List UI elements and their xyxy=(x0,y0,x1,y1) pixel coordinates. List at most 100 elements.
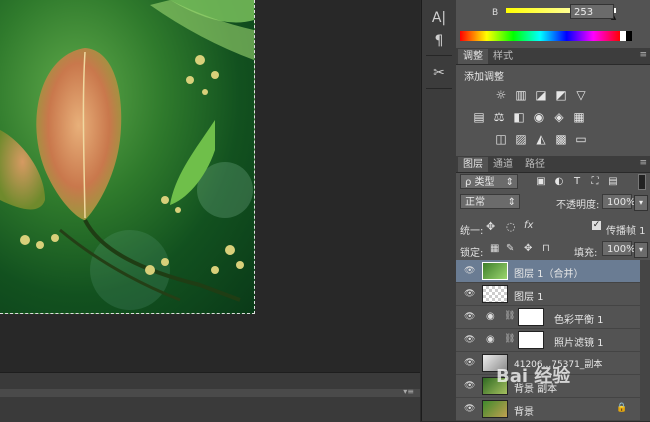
tab-adjustments[interactable]: 调整 xyxy=(458,49,488,64)
brightness-icon[interactable]: ☼ xyxy=(494,88,508,102)
eye-icon[interactable]: 👁 xyxy=(464,289,475,299)
eye-icon[interactable]: 👁 xyxy=(464,335,475,345)
filter-shape-icon[interactable]: ⛶ xyxy=(588,175,602,189)
filter-smart-object-icon[interactable]: ▤ xyxy=(606,175,620,189)
right-panels: B ▲ 253 调整 样式 ≡ 添加调整 ☼ ▥ ◪ ◩ ▽ ▤ ⚖ ◧ ◉ ◈… xyxy=(456,0,650,421)
divider xyxy=(426,88,452,89)
layer-name: 色彩平衡 1 xyxy=(554,315,604,326)
lock-label: 锁定: xyxy=(460,248,484,259)
layer-name: 背景 xyxy=(514,407,534,418)
unify-visibility-icon[interactable]: ◌ xyxy=(506,220,516,233)
unify-label: 统一: xyxy=(460,226,484,237)
vibrance-icon[interactable]: ▽ xyxy=(574,88,588,102)
posterize-icon[interactable]: ▨ xyxy=(514,132,528,146)
opacity-label: 不透明度: xyxy=(556,200,600,211)
lock-icon: 🔒 xyxy=(616,403,628,413)
black-white-icon[interactable]: ◧ xyxy=(512,110,526,124)
selective-color-icon[interactable]: ▩ xyxy=(554,132,568,146)
tab-styles[interactable]: 样式 xyxy=(488,49,518,64)
invert-icon[interactable]: ◫ xyxy=(494,132,508,146)
layer-row[interactable]: 👁 ◉ ⛓ 照片滤镜 1 xyxy=(456,329,640,352)
unify-style-icon[interactable]: fx xyxy=(524,220,533,231)
blend-mode-dropdown[interactable]: 正常 ⇕ xyxy=(460,194,520,209)
color-lookup-icon[interactable]: ▦ xyxy=(572,110,586,124)
tab-paths[interactable]: 路径 xyxy=(520,157,550,172)
color-spectrum-bar[interactable] xyxy=(460,31,620,41)
threshold-icon[interactable]: ◭ xyxy=(534,132,548,146)
eye-icon[interactable]: 👁 xyxy=(464,266,475,276)
propagate-label: 传播帧 1 xyxy=(606,226,646,237)
layer-name: 图层 1 xyxy=(514,292,544,303)
character-panel-icon[interactable]: A| xyxy=(428,8,450,28)
layer-thumbnail xyxy=(482,400,508,418)
layer-row[interactable]: 👁 图层 1 xyxy=(456,283,640,306)
link-icon[interactable]: ⛓ xyxy=(504,334,515,344)
tab-layers[interactable]: 图层 xyxy=(458,157,488,172)
adjustments-heading: 添加调整 xyxy=(464,72,504,83)
lock-all-icon[interactable]: ⊓ xyxy=(542,243,550,254)
layer-filter-dropdown[interactable]: ρ 类型 ⇕ xyxy=(460,174,518,189)
panel-dock-strip: A| ¶ ✂ xyxy=(421,0,457,421)
lock-pixels-icon[interactable]: ✎ xyxy=(506,243,514,254)
eye-icon[interactable]: 👁 xyxy=(464,404,475,414)
layer-mask-thumbnail[interactable] xyxy=(518,308,544,326)
fill-dropdown-arrow-icon[interactable]: ▾ xyxy=(634,242,648,258)
levels-icon[interactable]: ▥ xyxy=(514,88,528,102)
tool-presets-icon[interactable]: ✂ xyxy=(428,63,450,83)
filter-toggle-switch[interactable] xyxy=(638,174,646,190)
opacity-dropdown-arrow-icon[interactable]: ▾ xyxy=(634,195,648,211)
curves-icon[interactable]: ◪ xyxy=(534,88,548,102)
fill-field[interactable]: 100% xyxy=(602,241,636,256)
filter-adjustment-icon[interactable]: ◐ xyxy=(552,175,566,189)
channel-value-field[interactable]: 253 xyxy=(570,4,614,19)
horizontal-scrollbar[interactable] xyxy=(0,389,420,397)
adjustment-layer-icon: ◉ xyxy=(486,334,495,345)
adjustments-panel: 调整 样式 ≡ 添加调整 ☼ ▥ ◪ ◩ ▽ ▤ ⚖ ◧ ◉ ◈ ▦ ◫ ▨ ◭… xyxy=(456,48,650,154)
exposure-icon[interactable]: ◩ xyxy=(554,88,568,102)
propagate-checkbox[interactable]: ✓ xyxy=(592,221,601,230)
gradient-map-icon[interactable]: ▭ xyxy=(574,132,588,146)
canvas-area[interactable] xyxy=(0,0,420,372)
layer-row[interactable]: 👁 ◉ ⛓ 色彩平衡 1 xyxy=(456,306,640,329)
layers-scrollbar[interactable] xyxy=(640,260,650,421)
watermark-text: Bai 经验 xyxy=(496,366,571,387)
panel-menu-icon[interactable]: ≡ xyxy=(639,158,647,168)
layer-row[interactable]: 👁 背景 🔒 xyxy=(456,398,640,421)
color-panel: B ▲ 253 xyxy=(456,0,650,46)
document-image[interactable] xyxy=(0,0,255,314)
lock-transparency-icon[interactable]: ▦ xyxy=(490,243,499,254)
blend-mode-value: 正常 xyxy=(465,197,485,208)
chevron-down-icon: ⇕ xyxy=(507,197,516,208)
layer-name: 照片滤镜 1 xyxy=(554,338,604,349)
layer-thumbnail xyxy=(482,262,508,280)
opacity-field[interactable]: 100% xyxy=(602,194,636,209)
layer-name: 图层 1（合并） xyxy=(514,269,584,280)
tab-channels[interactable]: 通道 xyxy=(488,157,518,172)
layer-thumbnail xyxy=(482,285,508,303)
layers-panel: 图层 通道 路径 ≡ ρ 类型 ⇕ ▣ ◐ T ⛶ ▤ 正常 ⇕ 不透明度: 1… xyxy=(456,156,650,421)
black-swatch[interactable] xyxy=(626,31,632,41)
adjustment-layer-icon: ◉ xyxy=(486,311,495,322)
lock-position-icon[interactable]: ✥ xyxy=(524,243,532,254)
paragraph-panel-icon[interactable]: ¶ xyxy=(428,31,450,51)
status-bar: ▾≡ xyxy=(0,372,420,422)
channel-mixer-icon[interactable]: ◈ xyxy=(552,110,566,124)
link-icon[interactable]: ⛓ xyxy=(504,311,515,321)
photo-filter-icon[interactable]: ◉ xyxy=(532,110,546,124)
channel-label: B xyxy=(492,8,499,18)
eye-icon[interactable]: 👁 xyxy=(464,381,475,391)
filter-pixel-icon[interactable]: ▣ xyxy=(534,175,548,189)
chevron-down-icon: ⇕ xyxy=(505,177,514,188)
layer-mask-thumbnail[interactable] xyxy=(518,331,544,349)
panel-menu-icon[interactable]: ≡ xyxy=(639,50,647,60)
eye-icon[interactable]: 👁 xyxy=(464,312,475,322)
panel-menu-icon[interactable]: ▾≡ xyxy=(403,387,414,396)
color-balance-icon[interactable]: ⚖ xyxy=(492,110,506,124)
filter-type-icon[interactable]: T xyxy=(570,175,584,189)
divider xyxy=(426,55,452,56)
unify-position-icon[interactable]: ✥ xyxy=(486,220,495,233)
eye-icon[interactable]: 👁 xyxy=(464,358,475,368)
hue-saturation-icon[interactable]: ▤ xyxy=(472,110,486,124)
layer-row[interactable]: 👁 图层 1（合并） xyxy=(456,260,640,283)
leaf-photo xyxy=(0,0,254,310)
